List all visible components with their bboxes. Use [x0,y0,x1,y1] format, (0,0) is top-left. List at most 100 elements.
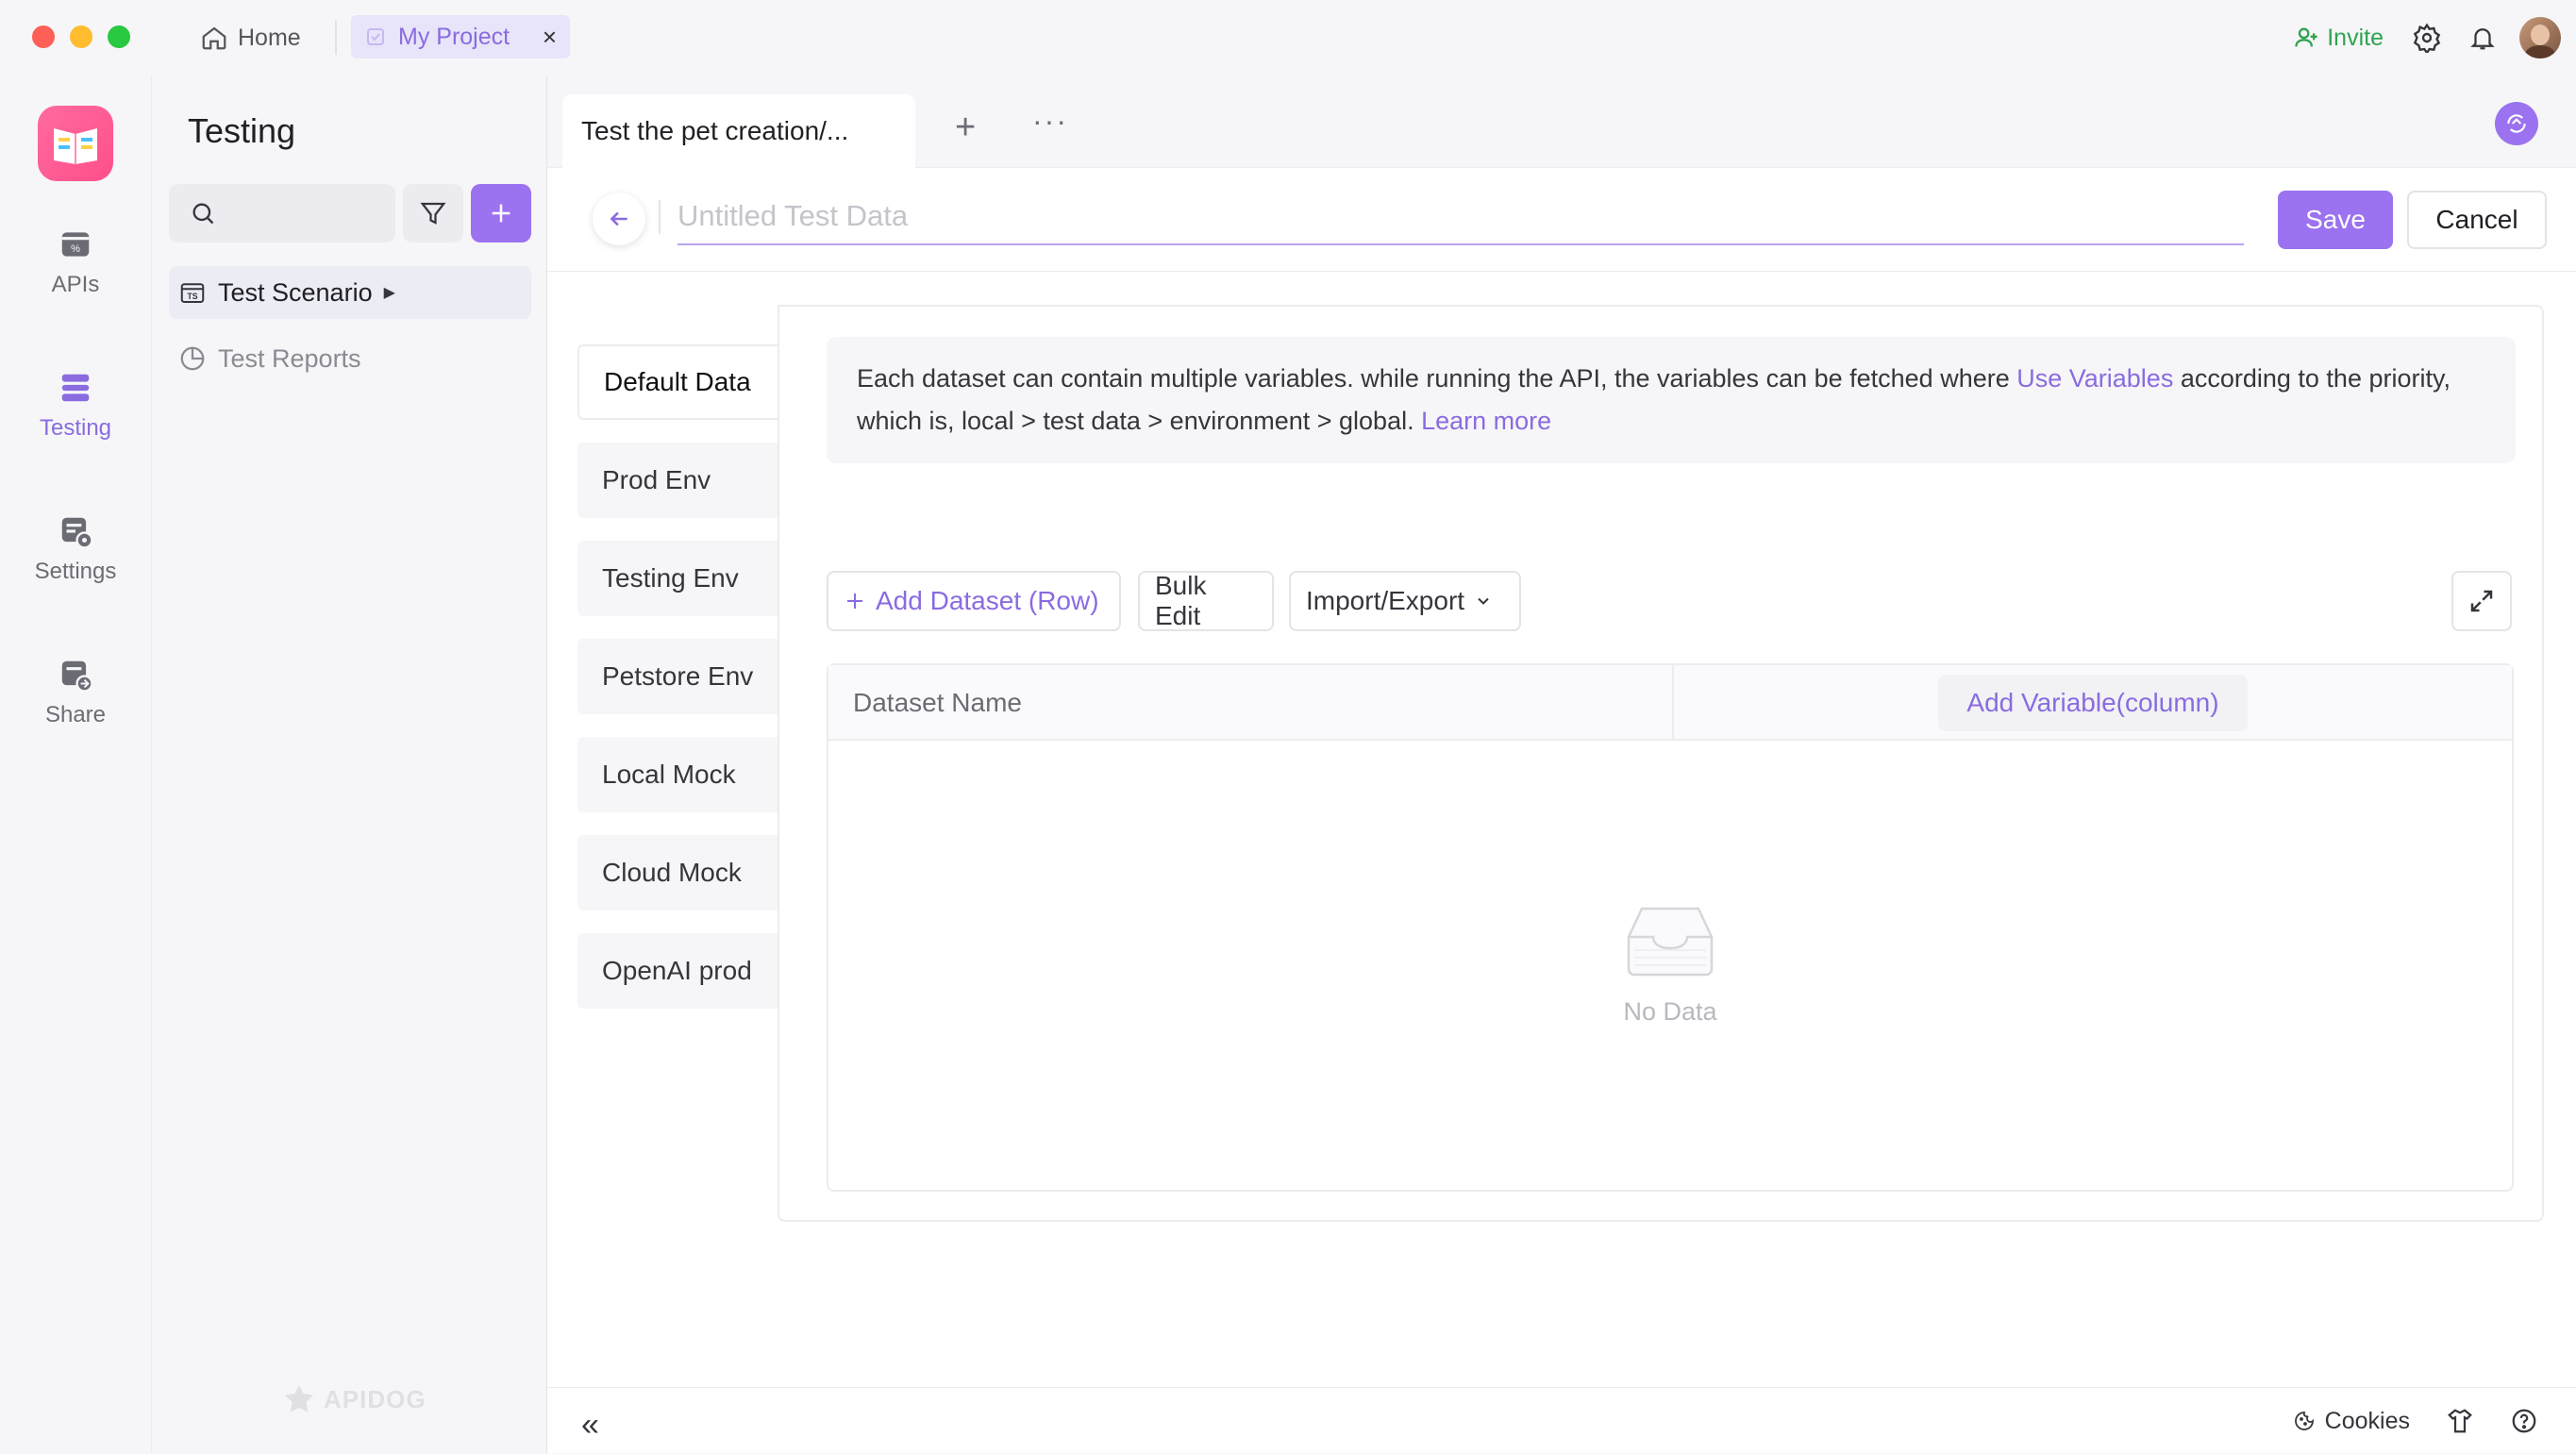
collapse-sidebar-icon[interactable]: « [581,1407,599,1444]
document-tab-bar: Test the pet creation/... + ··· [547,75,2576,168]
tree-item-label: Test Reports [218,343,361,373]
column-divider [1672,665,1674,741]
close-tab-icon[interactable]: × [543,23,557,52]
rail-item-share[interactable]: Share [0,657,151,728]
env-item-prod-env[interactable]: Prod Env [577,443,778,518]
plus-icon [488,200,514,226]
import-export-dropdown[interactable]: Import/Export [1289,571,1521,631]
tab-divider [335,21,337,55]
doc-tab-label: Test the pet creation/... [581,116,849,145]
test-data-title-input[interactable] [677,189,2244,245]
chevron-down-icon [1474,592,1493,610]
import-export-label: Import/Export [1306,586,1465,615]
app-logo[interactable] [38,106,113,181]
maximize-window-button[interactable] [108,25,130,48]
rail-label-apis: APIs [51,272,100,297]
more-icon[interactable]: ··· [1032,104,1068,139]
home-icon [200,24,228,52]
expand-button[interactable] [2451,571,2512,631]
bulk-edit-button[interactable]: Bulk Edit [1138,571,1274,631]
rail-label-testing: Testing [39,415,112,441]
empty-state-text: No Data [1623,997,1717,1026]
env-item-petstore-env[interactable]: Petstore Env [577,639,778,714]
project-icon [364,25,387,48]
rail-label-settings: Settings [34,559,117,584]
env-item-cloud-mock[interactable]: Cloud Mock [577,835,778,911]
env-item-testing-env[interactable]: Testing Env [577,541,778,616]
rail-item-testing[interactable]: Testing [0,370,151,442]
gear-icon[interactable] [2412,23,2442,53]
cancel-button[interactable]: Cancel [2407,191,2547,249]
cookie-icon [2293,1410,2316,1432]
add-variable-button[interactable]: Add Variable(column) [1938,675,2248,731]
help-icon[interactable] [2510,1407,2538,1435]
cookies-button[interactable]: Cookies [2293,1408,2410,1435]
filter-icon [419,199,447,227]
tab-test-pet-creation[interactable]: Test the pet creation/... [562,94,915,168]
save-button[interactable]: Save [2278,191,2393,249]
sidebar-title: Testing [188,111,296,150]
invite-label: Invite [2327,24,2384,51]
pie-chart-icon [178,344,207,373]
search-icon [190,200,216,226]
tree-item-test-scenario[interactable]: TS Test Scenario ▶ [169,266,531,319]
env-item-local-mock[interactable]: Local Mock [577,737,778,812]
empty-state: No Data [828,901,2512,1027]
bell-icon[interactable] [2468,24,2497,52]
minimize-window-button[interactable] [70,25,92,48]
tree-item-test-reports[interactable]: Test Reports [169,332,531,385]
use-variables-link[interactable]: Use Variables [2016,364,2173,393]
back-button[interactable] [593,192,645,245]
apis-icon: % [58,226,93,262]
info-banner: Each dataset can contain multiple variab… [827,337,2516,463]
edit-bar: Save Cancel [547,168,2576,272]
dataset-panel: Each dataset can contain multiple variab… [778,305,2544,1222]
add-dataset-label: Add Dataset (Row) [876,586,1099,615]
title-bar: Home My Project × Invite [0,0,2576,75]
new-tab-icon[interactable]: + [955,108,976,148]
arrow-left-icon [607,207,631,231]
apidog-logo-icon [282,1382,316,1416]
settings-icon [58,513,93,549]
expand-icon [2467,587,2496,615]
filter-button[interactable] [403,184,463,242]
testing-icon [58,370,93,406]
divider [659,200,661,234]
cookies-label: Cookies [2324,1407,2410,1434]
plus-icon [844,590,866,612]
add-button[interactable] [471,184,531,242]
home-tab-label: Home [238,24,301,51]
invite-button[interactable]: Invite [2293,25,2384,52]
close-window-button[interactable] [32,25,55,48]
column-header-dataset-name: Dataset Name [853,688,1022,717]
main-area: Test the pet creation/... + ··· Save Can… [547,75,2576,1453]
app-rail: % APIs Testing Settings Share [0,75,151,1453]
dataset-table: Dataset Name Add Variable(column) No Dat… [827,663,2514,1192]
env-item-default-data[interactable]: Default Data [577,344,778,420]
caret-right-icon[interactable]: ▶ [384,283,395,302]
rail-item-apis[interactable]: % APIs [0,226,151,298]
add-user-icon [2293,25,2319,51]
rail-label-share: Share [44,702,107,727]
home-tab[interactable]: Home [200,19,301,57]
empty-inbox-icon [1623,901,1717,980]
add-dataset-button[interactable]: Add Dataset (Row) [827,571,1121,631]
info-text: Each dataset can contain multiple variab… [857,364,2017,393]
bulk-edit-label: Bulk Edit [1155,571,1207,630]
ts-icon: TS [178,278,207,307]
search-input[interactable] [169,184,395,242]
testing-sidebar: Testing TS Test Scenario ▶ Test Reports … [151,75,547,1453]
avatar[interactable] [2519,17,2561,58]
svg-text:%: % [71,243,80,255]
env-item-openai-prod[interactable]: OpenAI prod [577,933,778,1009]
apidog-watermark: APIDOG [282,1382,427,1416]
status-footer: « Cookies [547,1387,2576,1453]
learn-more-link[interactable]: Learn more [1421,407,1551,435]
rail-item-settings[interactable]: Settings [0,513,151,585]
project-tab[interactable]: My Project × [351,15,570,58]
shirt-icon[interactable] [2446,1407,2474,1435]
table-header: Dataset Name Add Variable(column) [828,665,2512,741]
sync-icon[interactable] [2495,102,2538,145]
tree-item-label: Test Scenario [218,277,373,307]
share-icon [58,657,93,693]
